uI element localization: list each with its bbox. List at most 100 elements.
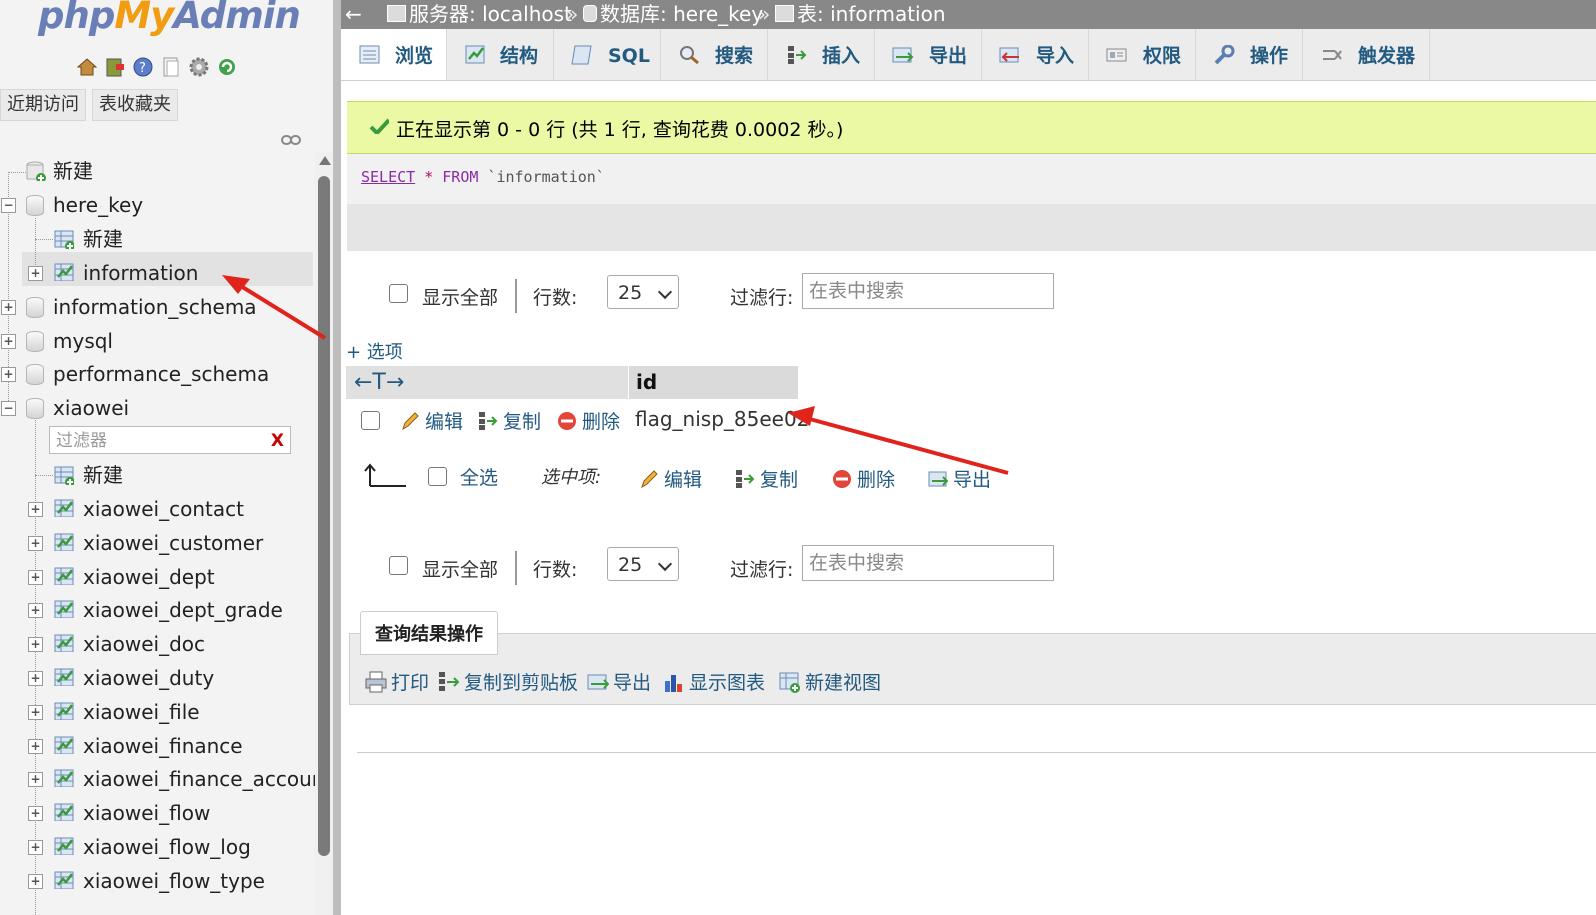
sql-keyword-select[interactable]: SELECT <box>361 168 415 186</box>
sql-icon <box>571 45 592 65</box>
tree-table-item[interactable]: + xiaowei_dept <box>0 561 314 593</box>
tab-export[interactable]: 导出 <box>875 29 982 80</box>
expand-icon[interactable]: + <box>28 873 43 889</box>
rows-select[interactable]: 25 <box>607 275 679 309</box>
column-header-id[interactable]: id <box>628 366 798 399</box>
check-all-checkbox[interactable] <box>428 467 447 486</box>
tree-table-item[interactable]: + xiaowei_duty <box>0 662 314 694</box>
help-icon[interactable]: ? <box>132 56 154 78</box>
tree-table-item[interactable]: + xiaowei_customer <box>0 527 314 559</box>
copy-icon <box>479 412 498 430</box>
print-link[interactable]: 打印 <box>365 668 429 695</box>
row-copy-link[interactable]: 复制 <box>478 407 541 434</box>
phpmyadmin-logo[interactable]: phpMyAdmin <box>38 0 301 37</box>
settings-icon[interactable] <box>188 56 210 78</box>
row-delete-link[interactable]: 删除 <box>557 407 620 434</box>
table-filter-input[interactable]: 过滤器 X <box>49 426 291 454</box>
expand-icon[interactable]: + <box>28 671 43 686</box>
cell-id-value[interactable]: flag_nisp_85ee02 <box>635 407 809 431</box>
exit-icon[interactable] <box>104 56 126 78</box>
tab-recent[interactable]: 近期访问 <box>0 89 86 121</box>
expand-icon[interactable]: + <box>1 334 16 349</box>
expand-icon[interactable]: + <box>28 535 43 551</box>
table-icon <box>54 263 74 281</box>
expand-icon[interactable]: + <box>28 704 43 720</box>
expand-icon[interactable]: + <box>28 772 43 788</box>
filter-rows-input[interactable]: 在表中搜索 <box>802 545 1054 581</box>
expand-icon[interactable]: + <box>28 502 43 517</box>
tree-table-item[interactable]: + xiaowei_doc <box>0 628 314 660</box>
expand-icon[interactable]: + <box>28 603 43 619</box>
bulk-copy-button[interactable]: 复制 <box>735 465 798 492</box>
tab-browse[interactable]: 浏览 <box>341 29 447 80</box>
rows-select[interactable]: 25 <box>607 547 679 581</box>
breadcrumb-database[interactable]: 数据库: here_key <box>583 0 763 29</box>
expand-icon[interactable]: + <box>28 569 43 585</box>
expand-icon[interactable]: + <box>28 266 43 281</box>
show-all-checkbox[interactable] <box>389 556 408 575</box>
display-chart-link[interactable]: 显示图表 <box>663 668 765 695</box>
options-link[interactable]: + 选项 <box>346 338 403 364</box>
tab-search[interactable]: 搜索 <box>661 29 768 80</box>
tab-insert[interactable]: 插入 <box>768 29 875 80</box>
filter-rows-input[interactable]: 在表中搜索 <box>802 273 1054 309</box>
expand-icon[interactable]: + <box>28 840 43 855</box>
tree-db-performance-schema[interactable]: + performance_schema <box>0 358 314 390</box>
nav-scrollbar[interactable] <box>315 152 333 915</box>
tab-triggers[interactable]: 触发器 <box>1303 29 1430 80</box>
clear-filter-icon[interactable]: X <box>271 427 284 455</box>
tree-db-mysql[interactable]: + mysql <box>0 325 314 357</box>
expand-icon[interactable]: + <box>1 367 16 382</box>
breadcrumb-table[interactable]: 表: information <box>775 0 946 29</box>
collapse-icon[interactable]: − <box>1 198 16 213</box>
link-collapse-icon[interactable] <box>281 131 301 145</box>
tree-table-item[interactable]: + xiaowei_finance_account <box>0 763 332 795</box>
show-all-checkbox[interactable] <box>389 284 408 303</box>
tab-import[interactable]: 导入 <box>982 29 1089 80</box>
bulk-export-button[interactable]: 导出 <box>928 465 991 492</box>
scroll-up-arrow-icon[interactable] <box>319 156 331 165</box>
breadcrumb-server[interactable]: 服务器: localhost <box>387 0 572 29</box>
tree-table-information[interactable]: + information <box>0 257 314 289</box>
tree-db-information-schema[interactable]: + information_schema <box>0 291 314 323</box>
nav-resize-handle[interactable] <box>333 0 341 915</box>
expand-icon[interactable]: + <box>28 806 43 822</box>
docs-icon[interactable] <box>160 56 182 78</box>
reload-icon[interactable] <box>216 56 238 78</box>
expand-icon[interactable]: + <box>28 637 43 653</box>
filter-rows-label: 过滤行: <box>730 559 794 581</box>
column-resize-arrows[interactable]: ←T→ <box>354 366 404 399</box>
export-link[interactable]: 导出 <box>587 668 651 695</box>
expand-icon[interactable]: + <box>1 300 16 315</box>
copy-to-clipboard-link[interactable]: 复制到剪贴板 <box>438 668 578 695</box>
row-edit-link[interactable]: 编辑 <box>400 407 463 434</box>
tree-new-database[interactable]: 新建 <box>0 155 314 187</box>
create-view-link[interactable]: 新建视图 <box>779 668 881 695</box>
tree-table-item[interactable]: + xiaowei_flow_log <box>0 831 314 863</box>
tree-table-item[interactable]: + xiaowei_finance <box>0 730 314 762</box>
collapse-icon[interactable]: − <box>1 401 16 416</box>
tree-table-item[interactable]: + xiaowei_contact <box>0 493 314 525</box>
tree-table-item[interactable]: + xiaowei_flow <box>0 797 314 829</box>
tab-favorites[interactable]: 表收藏夹 <box>92 89 178 121</box>
check-all-label[interactable]: 全选 <box>460 463 498 490</box>
back-arrow-icon[interactable]: ← <box>345 0 362 29</box>
expand-icon[interactable]: + <box>28 738 43 754</box>
tab-privileges[interactable]: 权限 <box>1089 29 1196 80</box>
tab-sql[interactable]: SQL <box>554 29 661 80</box>
row-checkbox[interactable] <box>361 411 380 430</box>
tree-table-item[interactable]: + xiaowei_dept_grade <box>0 594 314 626</box>
tab-structure[interactable]: 结构 <box>447 29 554 80</box>
sql-query-text[interactable]: SELECT * FROM `information` <box>361 168 605 186</box>
tree-table-item[interactable]: + xiaowei_flow_type <box>0 865 314 897</box>
bulk-edit-button[interactable]: 编辑 <box>639 465 702 492</box>
tree-new-table[interactable]: 新建 <box>0 459 314 491</box>
bulk-delete-button[interactable]: 删除 <box>832 465 895 492</box>
tree-db-here-key[interactable]: − here_key <box>0 189 314 221</box>
tree-db-xiaowei[interactable]: − xiaowei <box>0 392 314 424</box>
tree-table-item[interactable]: + xiaowei_file <box>0 696 314 728</box>
tree-new-table[interactable]: 新建 <box>0 223 314 255</box>
scroll-thumb[interactable] <box>318 176 330 856</box>
tab-operations[interactable]: 操作 <box>1196 29 1303 80</box>
home-icon[interactable] <box>76 56 98 78</box>
